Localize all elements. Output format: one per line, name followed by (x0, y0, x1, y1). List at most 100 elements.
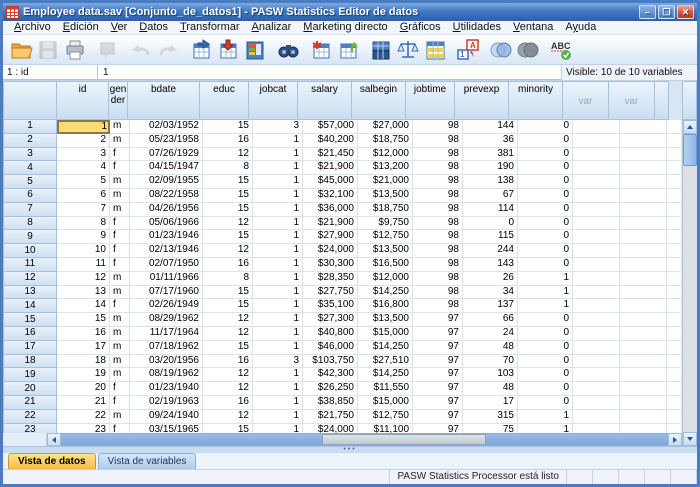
cell[interactable]: 18 (57, 355, 110, 369)
column-header-var[interactable]: var (562, 81, 609, 120)
cell[interactable]: 0 (518, 368, 573, 382)
cell[interactable]: 02/13/1946 (130, 244, 203, 258)
cell[interactable]: 97 (413, 424, 463, 433)
row-header[interactable]: 11 (3, 258, 57, 272)
cell[interactable]: $35,100 (303, 299, 358, 313)
cell[interactable]: m (110, 327, 130, 341)
cell[interactable]: 66 (463, 313, 518, 327)
cell[interactable] (573, 230, 620, 244)
cell[interactable]: 115 (463, 230, 518, 244)
cell[interactable]: 3 (57, 148, 110, 162)
cell[interactable]: $15,000 (358, 396, 413, 410)
cell[interactable]: 11/17/1964 (130, 327, 203, 341)
row-header[interactable]: 18 (3, 355, 57, 369)
cell[interactable]: 17 (463, 396, 518, 410)
cell[interactable]: $26,250 (303, 382, 358, 396)
cell[interactable]: m (110, 203, 130, 217)
insert-cases-icon[interactable] (307, 36, 334, 63)
cell[interactable]: 8 (57, 217, 110, 231)
vscroll-track[interactable] (683, 166, 697, 432)
cell[interactable]: 1 (253, 424, 303, 433)
cell[interactable]: f (110, 217, 130, 231)
cell[interactable] (620, 230, 667, 244)
menu-edici-n[interactable]: Edición (57, 21, 105, 34)
cell[interactable]: $27,900 (303, 230, 358, 244)
cell[interactable]: $32,100 (303, 189, 358, 203)
cell[interactable]: 01/23/1946 (130, 230, 203, 244)
cell[interactable]: 98 (413, 189, 463, 203)
cell[interactable]: 98 (413, 272, 463, 286)
vscroll-thumb[interactable] (683, 134, 697, 166)
cell[interactable]: 1 (253, 382, 303, 396)
cell[interactable]: 6 (57, 189, 110, 203)
cell[interactable]: $13,500 (358, 189, 413, 203)
cell[interactable]: 98 (413, 286, 463, 300)
row-header[interactable]: 15 (3, 313, 57, 327)
cell[interactable]: $21,450 (303, 148, 358, 162)
select-cases-icon[interactable] (421, 36, 448, 63)
column-header-id[interactable]: id (56, 81, 109, 120)
row-header[interactable]: 2 (3, 134, 57, 148)
cell[interactable]: 15 (203, 203, 253, 217)
cell-editor-field[interactable]: 1 (98, 65, 561, 80)
row-header[interactable]: 7 (3, 203, 57, 217)
cell[interactable]: 97 (413, 355, 463, 369)
cell[interactable]: 0 (518, 313, 573, 327)
cell[interactable]: $27,000 (358, 120, 413, 134)
cell[interactable]: 1 (253, 396, 303, 410)
cell[interactable]: 98 (413, 244, 463, 258)
cell[interactable]: 10 (57, 244, 110, 258)
cell[interactable]: 12 (57, 272, 110, 286)
hscroll-track[interactable] (61, 433, 668, 446)
open-file-icon[interactable] (7, 36, 34, 63)
cell[interactable]: 1 (253, 230, 303, 244)
cell[interactable]: 1 (253, 272, 303, 286)
row-header[interactable]: 8 (3, 217, 57, 231)
cell[interactable]: 1 (253, 161, 303, 175)
row-header[interactable]: 22 (3, 410, 57, 424)
cell[interactable]: 70 (463, 355, 518, 369)
cell[interactable]: 97 (413, 396, 463, 410)
cell[interactable]: 98 (413, 161, 463, 175)
cell[interactable]: 08/29/1962 (130, 313, 203, 327)
cell[interactable]: 98 (413, 203, 463, 217)
cell[interactable]: $21,900 (303, 217, 358, 231)
save-icon[interactable] (34, 36, 61, 63)
cell[interactable]: 98 (413, 230, 463, 244)
cell[interactable]: 98 (413, 120, 463, 134)
cell[interactable]: 15 (203, 299, 253, 313)
cell[interactable]: 1 (253, 341, 303, 355)
row-header[interactable]: 23 (3, 424, 57, 433)
column-header-var[interactable]: var (608, 81, 655, 120)
cell[interactable]: $28,350 (303, 272, 358, 286)
cell[interactable] (620, 424, 667, 433)
column-header-jobcat[interactable]: jobcat (248, 81, 298, 120)
cell[interactable]: 15 (203, 424, 253, 433)
minimize-button[interactable]: – (639, 5, 656, 19)
cell[interactable]: m (110, 286, 130, 300)
cell[interactable]: 0 (518, 244, 573, 258)
cell[interactable]: $42,300 (303, 368, 358, 382)
cell[interactable]: 1 (253, 327, 303, 341)
cell[interactable]: 21 (57, 396, 110, 410)
cell[interactable] (620, 355, 667, 369)
cell[interactable]: 17 (57, 341, 110, 355)
cell[interactable]: f (110, 424, 130, 433)
cell[interactable] (573, 424, 620, 433)
cell[interactable]: 0 (518, 341, 573, 355)
cell[interactable] (573, 244, 620, 258)
cell[interactable]: 12 (203, 244, 253, 258)
header-corner-cell[interactable] (3, 81, 57, 120)
cell[interactable]: 0 (518, 230, 573, 244)
show-all-variables-icon[interactable] (514, 36, 541, 63)
cell[interactable]: m (110, 189, 130, 203)
cell[interactable]: $57,000 (303, 120, 358, 134)
cell[interactable]: $27,510 (358, 355, 413, 369)
cell[interactable]: f (110, 244, 130, 258)
cell[interactable] (573, 258, 620, 272)
cell[interactable] (620, 382, 667, 396)
column-header-minority[interactable]: minority (508, 81, 563, 120)
cell[interactable]: 97 (413, 368, 463, 382)
find-icon[interactable] (274, 36, 301, 63)
maximize-button[interactable]: ❐ (658, 5, 675, 19)
